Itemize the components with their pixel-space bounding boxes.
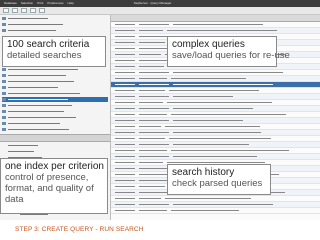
folder-icon	[2, 128, 6, 131]
callout-title: complex queries	[172, 39, 245, 50]
callout-title: one index per criterion	[5, 161, 104, 172]
folder-icon	[2, 98, 6, 101]
app-title: SeqServer · Query Manager	[133, 1, 172, 5]
tree-item[interactable]	[2, 121, 108, 126]
folder-icon	[2, 122, 6, 125]
folder-icon	[2, 92, 6, 95]
callout-title: search history	[172, 167, 235, 178]
menu-print[interactable]: Print	[37, 0, 43, 7]
folder-icon	[2, 17, 6, 20]
callout-search-criteria: 100 search criteria detailed searches	[2, 36, 106, 67]
query-manager-window: Database Selection Print Preferences Hel…	[0, 0, 320, 240]
footer: STEP 3: CREATE QUERY - RUN SEARCH	[0, 220, 320, 240]
index-panel-header	[0, 134, 110, 142]
folder-icon	[2, 104, 6, 107]
folder-icon	[2, 110, 6, 113]
folder-icon	[2, 23, 6, 26]
callout-subtitle: control of presence, format, and quality…	[5, 172, 94, 205]
tree-item[interactable]	[2, 115, 108, 120]
folder-icon	[2, 86, 6, 89]
toolbar	[0, 7, 320, 15]
clear-icon[interactable]	[39, 8, 45, 13]
callout-subtitle: check parsed queries	[172, 178, 263, 189]
tree-item[interactable]	[2, 85, 108, 90]
tree-item[interactable]	[2, 28, 108, 33]
callout-subtitle: save/load queries for re-use	[172, 50, 290, 61]
grid-header	[111, 15, 320, 22]
menu-preferences[interactable]: Preferences	[47, 0, 63, 7]
menu-bar: Database Selection Print Preferences Hel…	[0, 0, 320, 7]
tree-item[interactable]	[2, 103, 108, 108]
tree-item[interactable]	[2, 22, 108, 27]
callout-search-history: search history check parsed queries	[167, 164, 271, 195]
callout-complex-queries: complex queries save/load queries for re…	[167, 36, 290, 67]
tree-item-selected[interactable]	[2, 97, 108, 102]
menu-database[interactable]: Database	[4, 0, 17, 7]
tree-item[interactable]	[2, 109, 108, 114]
menu-selection[interactable]: Selection	[21, 0, 33, 7]
run-search-icon[interactable]	[30, 8, 36, 13]
folder-icon	[2, 116, 6, 119]
tree-item[interactable]	[2, 91, 108, 96]
folder-icon	[2, 74, 6, 77]
folder-icon	[2, 29, 6, 32]
callout-subtitle: detailed searches	[7, 50, 82, 61]
menu-help[interactable]: Help	[68, 0, 74, 7]
index-item[interactable]	[2, 143, 108, 148]
tree-item[interactable]	[2, 16, 108, 21]
tree-item[interactable]	[2, 79, 108, 84]
new-query-icon[interactable]	[3, 8, 9, 13]
tree-item[interactable]	[2, 127, 108, 132]
open-query-icon[interactable]	[12, 8, 18, 13]
tree-item[interactable]	[2, 67, 108, 72]
step-label: STEP 3: CREATE QUERY - RUN SEARCH	[15, 226, 144, 233]
save-query-icon[interactable]	[21, 8, 27, 13]
index-item[interactable]	[2, 149, 108, 154]
callout-index-criterion: one index per criterion control of prese…	[0, 158, 108, 214]
folder-icon	[2, 80, 6, 83]
tree-item[interactable]	[2, 73, 108, 78]
callout-title: 100 search criteria	[7, 39, 90, 50]
folder-icon	[2, 68, 6, 71]
table-row[interactable]	[111, 208, 320, 214]
